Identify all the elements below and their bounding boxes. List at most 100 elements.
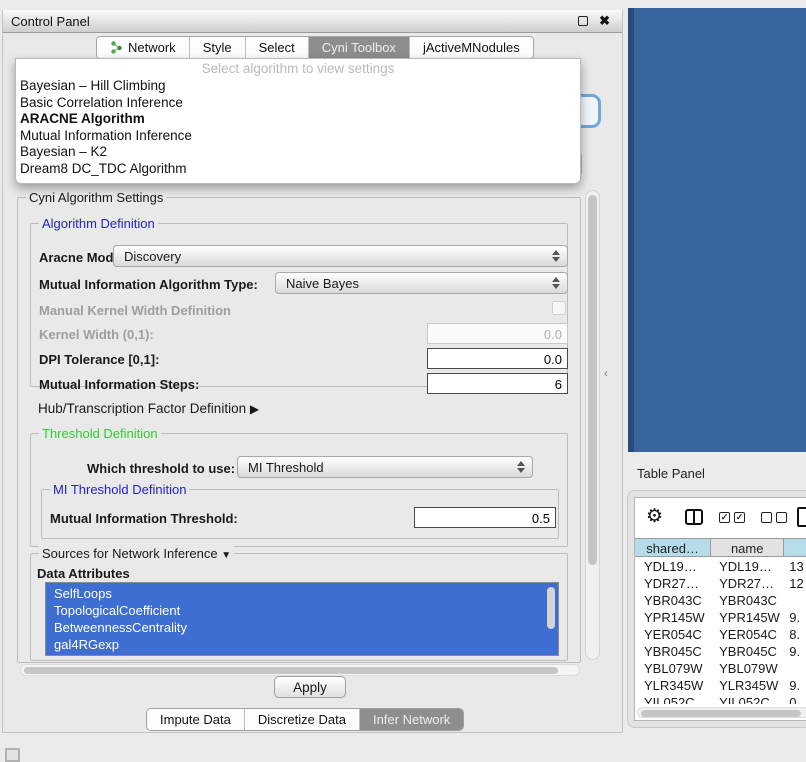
columns-icon[interactable] bbox=[685, 509, 703, 525]
list-scrollbar-thumb[interactable] bbox=[547, 587, 555, 629]
table-row[interactable]: YPR145WYPR145W9. bbox=[635, 609, 806, 626]
table-cell bbox=[784, 660, 806, 677]
gear-icon[interactable]: ⚙ bbox=[646, 505, 663, 528]
table-cell: YBR043C bbox=[635, 592, 711, 609]
tab-label: Impute Data bbox=[160, 712, 231, 727]
close-icon[interactable]: ✖ bbox=[599, 13, 610, 29]
table-cell: 12 bbox=[784, 575, 806, 592]
unchecked-checkbox-icon[interactable] bbox=[761, 512, 772, 523]
algorithm-option[interactable]: Basic Correlation Inference bbox=[16, 95, 580, 112]
table-header: shared… name bbox=[635, 538, 806, 557]
table-cell: YER054C bbox=[635, 626, 711, 643]
table-row[interactable]: YDL19…YDL19…13 bbox=[635, 558, 806, 575]
table-row[interactable]: YBL079WYBL079W bbox=[635, 660, 806, 677]
tab-cyni-toolbox[interactable]: Cyni Toolbox bbox=[309, 37, 410, 58]
aracne-mode-select[interactable]: Discovery bbox=[113, 245, 568, 267]
column-header-partial[interactable] bbox=[784, 539, 806, 556]
spinner-icon bbox=[517, 461, 525, 473]
algorithm-popup-list: Bayesian – Hill ClimbingBasic Correlatio… bbox=[16, 78, 580, 177]
which-threshold-label: Which threshold to use: bbox=[87, 461, 235, 476]
column-header-name[interactable]: name bbox=[711, 539, 784, 556]
panel-title: Control Panel bbox=[11, 14, 90, 29]
unchecked-checkbox-icon[interactable] bbox=[776, 512, 787, 523]
table-panel-title: Table Panel bbox=[637, 466, 705, 481]
mi-steps-field[interactable] bbox=[427, 373, 568, 394]
scrollbar-thumb[interactable] bbox=[24, 667, 558, 674]
attribute-item-selected[interactable]: SelfLoops bbox=[54, 585, 558, 602]
tab-discretize-data[interactable]: Discretize Data bbox=[245, 709, 360, 730]
table-row[interactable]: YLR345WYLR345W9. bbox=[635, 677, 806, 694]
tab-jactivemnodules[interactable]: jActiveMNodules bbox=[410, 37, 533, 58]
algorithm-placeholder: Select algorithm to view settings bbox=[16, 61, 580, 78]
table-cell: YBR043C bbox=[711, 592, 784, 609]
algorithm-option[interactable]: Dream8 DC_TDC Algorithm bbox=[16, 161, 580, 178]
tab-impute-data[interactable]: Impute Data bbox=[147, 709, 245, 730]
new-table-icon[interactable] bbox=[797, 507, 806, 527]
table-cell: 9. bbox=[784, 609, 806, 626]
hub-definition-label: Hub/Transcription Factor Definition bbox=[38, 401, 246, 416]
control-panel: Control Panel ✖ Network Style Select Cyn… bbox=[2, 10, 623, 733]
dpi-tolerance-field[interactable] bbox=[427, 348, 568, 369]
table-cell: YPR145W bbox=[635, 609, 711, 626]
float-window-icon[interactable] bbox=[578, 16, 588, 26]
table-toolbar: ⚙ ✓ ✓ bbox=[635, 498, 806, 536]
table-cell: YPR145W bbox=[711, 609, 784, 626]
table-row[interactable]: YBR043CYBR043C bbox=[635, 592, 806, 609]
tab-network[interactable]: Network bbox=[97, 37, 190, 58]
tab-label: Cyni Toolbox bbox=[322, 40, 396, 55]
mi-threshold-group-title: MI Threshold Definition bbox=[50, 482, 189, 497]
apply-button[interactable]: Apply bbox=[274, 676, 346, 698]
dock-panel-icon[interactable] bbox=[5, 748, 20, 762]
table-row[interactable]: YER054CYER054C8. bbox=[635, 626, 806, 643]
table-cell: YLR345W bbox=[711, 677, 784, 694]
mi-threshold-field[interactable] bbox=[414, 507, 556, 528]
scrollbar-thumb[interactable] bbox=[588, 195, 597, 565]
algorithm-option[interactable]: ARACNE Algorithm bbox=[16, 111, 580, 128]
table-cell: YER054C bbox=[711, 626, 784, 643]
algorithm-option[interactable]: Bayesian – K2 bbox=[16, 144, 580, 161]
manual-kernel-checkbox[interactable] bbox=[552, 301, 566, 315]
manual-kernel-label: Manual Kernel Width Definition bbox=[39, 303, 231, 318]
top-tab-bar: Network Style Select Cyni Toolbox jActiv… bbox=[96, 36, 534, 59]
data-attributes-label: Data Attributes bbox=[37, 566, 130, 581]
data-attributes-list[interactable]: SelfLoopsTopologicalCoefficientBetweenne… bbox=[45, 582, 559, 656]
attribute-item-selected[interactable]: gal4RGexp bbox=[54, 636, 558, 653]
table-cell: 9. bbox=[784, 643, 806, 660]
table-cell: YBL079W bbox=[635, 660, 711, 677]
column-header-shared-name[interactable]: shared… bbox=[635, 539, 711, 556]
checked-checkbox-icon[interactable]: ✓ bbox=[719, 512, 730, 523]
panel-splitter-handle[interactable]: ‹ bbox=[604, 368, 608, 380]
collapse-down-icon[interactable]: ▼ bbox=[221, 550, 231, 561]
table-horizontal-scrollbar[interactable] bbox=[637, 707, 806, 718]
table-cell bbox=[784, 592, 806, 609]
mi-type-label: Mutual Information Algorithm Type: bbox=[39, 277, 258, 292]
algorithm-option[interactable]: Bayesian – Hill Climbing bbox=[16, 78, 580, 95]
tab-label: jActiveMNodules bbox=[423, 40, 520, 55]
sources-group-title: Sources for Network Inference ▼ bbox=[39, 546, 234, 561]
mi-type-select[interactable]: Naive Bayes bbox=[275, 272, 568, 294]
tab-infer-network[interactable]: Infer Network bbox=[360, 709, 463, 730]
expand-right-icon: ▶ bbox=[250, 402, 259, 416]
settings-horizontal-scrollbar[interactable] bbox=[20, 664, 580, 676]
table-row[interactable]: YDR27…YDR27…12 bbox=[635, 575, 806, 592]
checked-checkbox-icon[interactable]: ✓ bbox=[734, 512, 745, 523]
hub-definition-expander[interactable]: Hub/Transcription Factor Definition ▶ bbox=[38, 401, 259, 416]
algorithm-option[interactable]: Mutual Information Inference bbox=[16, 128, 580, 145]
attribute-item-selected[interactable]: BetweennessCentrality bbox=[54, 619, 558, 636]
table-cell: YBL079W bbox=[711, 660, 784, 677]
scrollbar-thumb[interactable] bbox=[641, 710, 801, 717]
tab-select[interactable]: Select bbox=[246, 37, 309, 58]
table-row[interactable]: YIL052CYIL052C0. bbox=[635, 694, 806, 704]
threshold-definition-group: Threshold Definition Which threshold to … bbox=[30, 433, 568, 547]
tab-label: Select bbox=[259, 40, 295, 55]
kernel-width-field[interactable] bbox=[427, 323, 568, 344]
table-cell: YBR045C bbox=[711, 643, 784, 660]
table-cell: YIL052C bbox=[635, 694, 711, 704]
tab-style[interactable]: Style bbox=[190, 37, 246, 58]
settings-vertical-scrollbar[interactable] bbox=[585, 190, 600, 660]
table-cell: YDL19… bbox=[711, 558, 784, 575]
mi-steps-label: Mutual Information Steps: bbox=[39, 377, 199, 392]
attribute-item-selected[interactable]: TopologicalCoefficient bbox=[54, 602, 558, 619]
which-threshold-select[interactable]: MI Threshold bbox=[237, 456, 533, 478]
table-row[interactable]: YBR045CYBR045C9. bbox=[635, 643, 806, 660]
